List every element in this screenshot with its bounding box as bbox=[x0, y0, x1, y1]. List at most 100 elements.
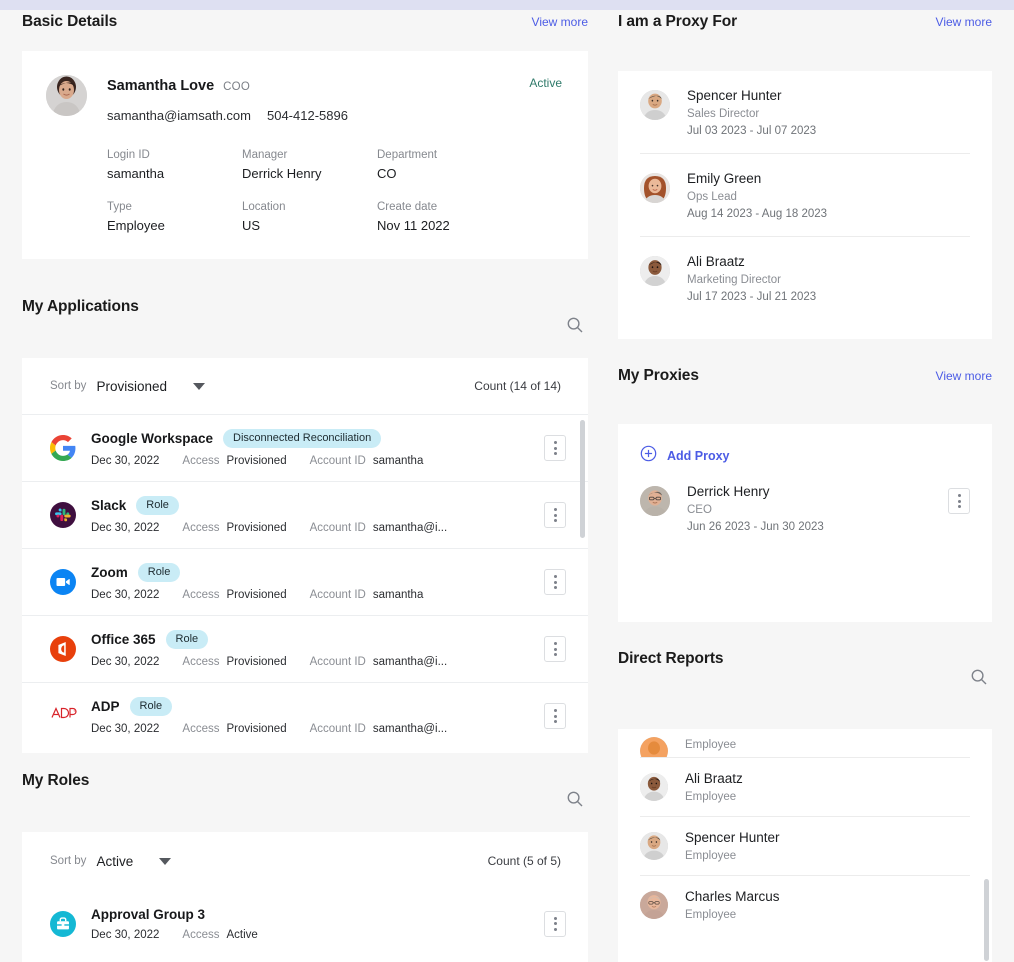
row-menu-button[interactable] bbox=[544, 636, 566, 662]
field-value: CO bbox=[377, 166, 397, 181]
list-item[interactable]: Spencer Hunter Employee bbox=[640, 816, 970, 875]
app-name: Google Workspace bbox=[91, 431, 214, 446]
row-body: Slack Role Dec 30, 2022 Access Provision… bbox=[91, 496, 544, 534]
avatar bbox=[640, 90, 670, 120]
row-secondary: Dec 30, 2022 Access Provisioned Account … bbox=[91, 455, 544, 467]
list-item[interactable]: Emily Green Ops Lead Aug 14 2023 - Aug 1… bbox=[640, 153, 970, 236]
person-name: Charles Marcus bbox=[685, 889, 780, 904]
app-date: Dec 30, 2022 bbox=[91, 656, 160, 668]
identity-row: Samantha Love COO samantha@iamsath.com 5… bbox=[46, 75, 564, 123]
row-primary: Google Workspace Disconnected Reconcilia… bbox=[91, 429, 544, 448]
list-item[interactable]: Charles Marcus Employee bbox=[640, 875, 970, 934]
identity-text: Samantha Love COO samantha@iamsath.com 5… bbox=[107, 75, 348, 123]
my-proxies-section: My Proxies View more Add Proxy Derrick H… bbox=[618, 367, 1014, 622]
access-value: Provisioned bbox=[226, 723, 287, 735]
person-name: Ali Braatz bbox=[687, 254, 745, 269]
table-row[interactable]: Zoom Role Dec 30, 2022 Access Provisione… bbox=[22, 548, 588, 615]
basic-details-fields: Login ID samantha Manager Derrick Henry … bbox=[107, 149, 564, 233]
right-column: I am a Proxy For View more Spencer Hunte… bbox=[610, 10, 1014, 962]
account-key: Account ID bbox=[309, 589, 366, 601]
avatar bbox=[640, 256, 670, 286]
row-primary: ADP Role bbox=[91, 697, 544, 716]
search-icon[interactable] bbox=[970, 668, 992, 690]
avatar bbox=[640, 486, 670, 516]
row-secondary: Dec 30, 2022 Access Provisioned Account … bbox=[91, 656, 544, 668]
row-menu-button[interactable] bbox=[544, 435, 566, 461]
account-value: samantha@i... bbox=[372, 656, 448, 668]
my-roles-card: Sort by Active Count (5 of 5) Approval G… bbox=[22, 832, 588, 962]
table-row[interactable]: Google Workspace Disconnected Reconcilia… bbox=[22, 414, 588, 481]
i-am-proxy-for-card: Spencer Hunter Sales Director Jul 03 202… bbox=[618, 71, 992, 339]
basic-details-view-more[interactable]: View more bbox=[532, 13, 588, 29]
list-item-text: Spencer Hunter Employee bbox=[685, 830, 780, 862]
row-body: Zoom Role Dec 30, 2022 Access Provisione… bbox=[91, 563, 544, 601]
direct-reports-header: Direct Reports bbox=[618, 650, 1014, 690]
avatar bbox=[46, 75, 87, 116]
field-value: Nov 11 2022 bbox=[377, 218, 450, 233]
search-icon[interactable] bbox=[566, 316, 588, 338]
access-value: Active bbox=[226, 928, 258, 941]
table-row[interactable]: Slack Role Dec 30, 2022 Access Provision… bbox=[22, 481, 588, 548]
list-item[interactable]: Derrick Henry CEO Jun 26 2023 - Jun 30 2… bbox=[640, 467, 970, 549]
left-column: Basic Details View more Samantha Love CO… bbox=[0, 10, 610, 962]
access-key: Access bbox=[182, 928, 220, 941]
row-menu-button[interactable] bbox=[948, 488, 970, 514]
table-row[interactable]: Office 365 Role Dec 30, 2022 Access Prov… bbox=[22, 615, 588, 682]
sort-by-value: Provisioned bbox=[96, 378, 167, 394]
row-menu-button[interactable] bbox=[544, 569, 566, 595]
app-badge: Role bbox=[137, 563, 181, 582]
table-row[interactable]: Approval Group 3 Dec 30, 2022 Access Act… bbox=[22, 890, 588, 957]
row-menu-button[interactable] bbox=[544, 703, 566, 729]
sort-by-dropdown[interactable]: Sort by Active bbox=[50, 854, 172, 869]
i-am-proxy-for-section: I am a Proxy For View more Spencer Hunte… bbox=[618, 13, 1014, 339]
row-secondary: Dec 30, 2022 Access Provisioned Account … bbox=[91, 522, 544, 534]
dashboard-page: Basic Details View more Samantha Love CO… bbox=[0, 10, 1014, 962]
my-proxies-view-more[interactable]: View more bbox=[936, 367, 992, 383]
person-name: Spencer Hunter bbox=[685, 830, 780, 845]
section-title: Direct Reports bbox=[618, 650, 724, 667]
contact-line: samantha@iamsath.com 504-412-5896 bbox=[107, 108, 348, 123]
row-primary: Slack Role bbox=[91, 496, 544, 515]
account-value: samantha bbox=[372, 589, 424, 601]
direct-reports-list: Employee Ali Braatz Employee Spencer Hun… bbox=[618, 729, 992, 934]
field-label: Location bbox=[242, 201, 286, 213]
account-key: Account ID bbox=[309, 656, 366, 668]
list-item[interactable]: Spencer Hunter Sales Director Jul 03 202… bbox=[640, 71, 970, 153]
row-menu-button[interactable] bbox=[544, 502, 566, 528]
my-applications-header: My Applications bbox=[0, 298, 610, 338]
field-value: Employee bbox=[107, 218, 165, 233]
person-name: Ali Braatz bbox=[685, 771, 743, 786]
list-item[interactable]: Employee bbox=[640, 729, 970, 757]
access-key: Access bbox=[182, 455, 220, 467]
access-value: Provisioned bbox=[226, 455, 287, 467]
add-proxy-button[interactable]: Add Proxy bbox=[640, 424, 970, 467]
person-title: Employee bbox=[685, 739, 737, 751]
proxy-dates: Aug 14 2023 - Aug 18 2023 bbox=[687, 208, 828, 220]
field-department: Department CO bbox=[377, 149, 527, 181]
app-date: Dec 30, 2022 bbox=[91, 589, 160, 601]
section-title: My Applications bbox=[22, 298, 139, 315]
sort-by-dropdown[interactable]: Sort by Provisioned bbox=[50, 379, 205, 394]
office365-icon bbox=[50, 636, 76, 662]
proxy-for-view-more[interactable]: View more bbox=[936, 13, 992, 29]
list-item[interactable]: Ali Braatz Marketing Director Jul 17 202… bbox=[640, 236, 970, 319]
avatar bbox=[640, 173, 670, 203]
search-icon[interactable] bbox=[566, 790, 588, 812]
person-title: Employee bbox=[685, 791, 737, 803]
role-date: Dec 30, 2022 bbox=[91, 928, 160, 941]
applications-scrollbar[interactable] bbox=[580, 420, 585, 538]
direct-reports-scrollbar[interactable] bbox=[984, 879, 989, 961]
avatar bbox=[640, 737, 668, 757]
list-item-text: Ali Braatz Marketing Director Jul 17 202… bbox=[687, 254, 816, 303]
list-item-text: Spencer Hunter Sales Director Jul 03 202… bbox=[687, 88, 816, 137]
status-badge: Active bbox=[529, 76, 562, 90]
field-manager: Manager Derrick Henry bbox=[242, 149, 377, 181]
applications-count: Count (14 of 14) bbox=[474, 379, 561, 393]
row-menu-button[interactable] bbox=[544, 910, 566, 937]
list-item[interactable]: Ali Braatz Employee bbox=[640, 757, 970, 816]
direct-reports-section: Direct Reports Employee Ali Braatz Emplo… bbox=[618, 650, 1014, 962]
person-title: Employee bbox=[685, 909, 737, 921]
account-key: Account ID bbox=[309, 723, 366, 735]
table-row[interactable]: ® ADP Role Dec 30, 2022 Access Provision… bbox=[22, 682, 588, 749]
roles-toolbar: Sort by Active Count (5 of 5) bbox=[22, 832, 588, 890]
